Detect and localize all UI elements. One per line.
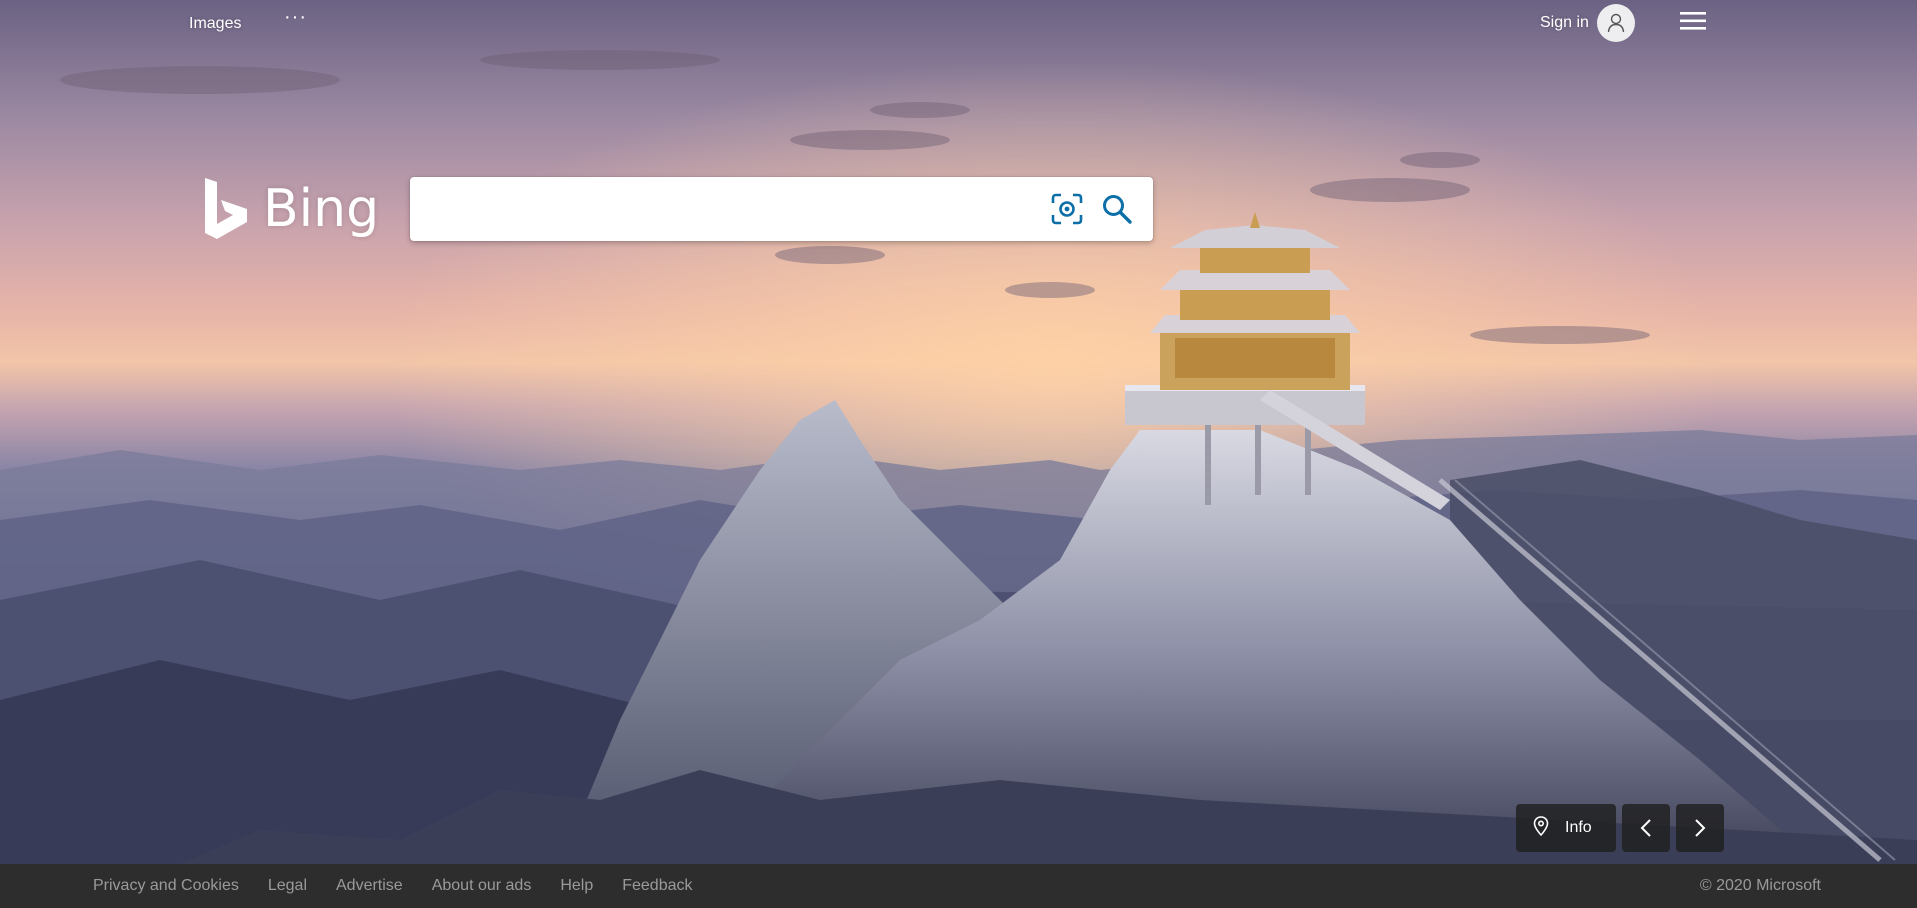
location-pin-icon [1533, 815, 1549, 841]
next-image-button[interactable] [1676, 804, 1724, 852]
background-image [0, 0, 1917, 864]
background-scenery [0, 0, 1917, 864]
footer: Privacy and Cookies Legal Advertise Abou… [0, 864, 1917, 908]
footer-link-advertise[interactable]: Advertise [336, 877, 403, 895]
footer-link-legal[interactable]: Legal [268, 877, 307, 895]
footer-link-about-ads[interactable]: About our ads [432, 877, 532, 895]
previous-image-button[interactable] [1622, 804, 1670, 852]
footer-links: Privacy and Cookies Legal Advertise Abou… [93, 877, 722, 895]
user-icon [1596, 4, 1635, 42]
sign-in-button[interactable]: Sign in [1540, 4, 1635, 42]
bing-homepage: Images ··· Sign in Bing Info Privacy and… [0, 0, 1917, 908]
camera-scan-icon[interactable] [1049, 191, 1085, 227]
bing-b-icon [205, 178, 247, 239]
image-info-button[interactable]: Info [1516, 804, 1616, 852]
search-input[interactable] [410, 177, 1049, 241]
bing-logo-text: Bing [263, 179, 380, 239]
chevron-right-icon [1695, 819, 1706, 837]
chevron-left-icon [1640, 819, 1651, 837]
nav-images-link[interactable]: Images [189, 15, 241, 33]
footer-link-help[interactable]: Help [560, 877, 593, 895]
copyright-text: © 2020 Microsoft [1699, 877, 1821, 894]
more-menu-button[interactable]: ··· [284, 6, 307, 29]
search-box [410, 177, 1153, 241]
footer-link-feedback[interactable]: Feedback [622, 877, 692, 895]
hamburger-menu-icon[interactable] [1680, 10, 1706, 32]
sign-in-label: Sign in [1540, 14, 1589, 31]
info-label: Info [1565, 819, 1592, 836]
search-icon[interactable] [1099, 191, 1135, 227]
footer-link-privacy[interactable]: Privacy and Cookies [93, 877, 239, 895]
bing-logo[interactable]: Bing [203, 176, 379, 242]
